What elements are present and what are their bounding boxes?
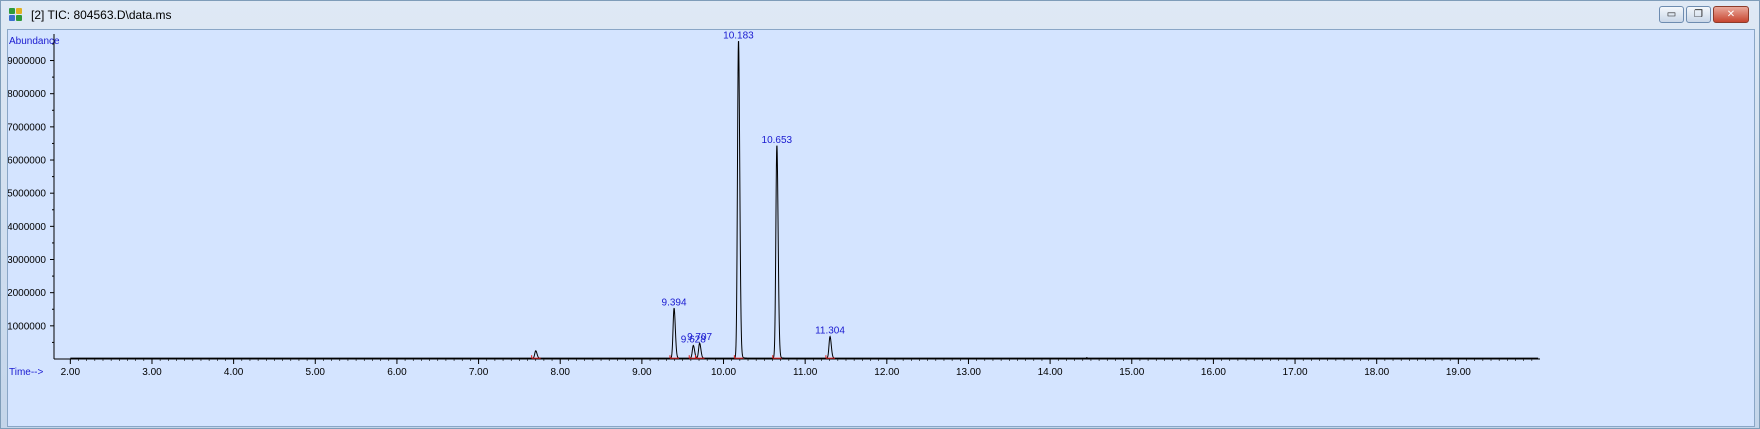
tic-trace — [70, 40, 1539, 359]
y-axis-label: Abundance — [9, 36, 60, 47]
x-tick-label: 4.00 — [224, 367, 244, 378]
plot-area[interactable]: 1000000 2000000 3000000 4000000 5000000 60000… — [7, 29, 1755, 427]
peak-label: 9.394 — [662, 297, 687, 308]
y-tick-label: 1000000 — [8, 321, 46, 332]
x-tick-label: 18.00 — [1364, 367, 1389, 378]
y-tick-label: 7000000 — [8, 122, 46, 133]
peak-label: 10.183 — [723, 30, 754, 41]
x-tick-label: 5.00 — [306, 367, 326, 378]
restore-button[interactable]: ❐ — [1686, 6, 1711, 23]
y-tick-label: 2000000 — [8, 288, 46, 299]
x-tick-label: 3.00 — [142, 367, 162, 378]
y-tick-label: 9000000 — [8, 56, 46, 67]
x-tick-label: 12.00 — [874, 367, 899, 378]
x-tick-label: 15.00 — [1119, 367, 1144, 378]
title-bar[interactable]: [2] TIC: 804563.D\data.ms ▭ ❐ ✕ — [1, 1, 1759, 29]
x-tick-label: 14.00 — [1038, 367, 1063, 378]
x-tick-label: 16.00 — [1201, 367, 1226, 378]
x-tick-label: 9.00 — [632, 367, 652, 378]
x-tick-label: 17.00 — [1283, 367, 1308, 378]
x-tick-label: 10.00 — [711, 367, 736, 378]
chromatogram-window: [2] TIC: 804563.D\data.ms ▭ ❐ ✕ 1000000 2… — [0, 0, 1760, 429]
x-tick-label: 8.00 — [550, 367, 570, 378]
window-title: [2] TIC: 804563.D\data.ms — [31, 8, 172, 22]
minimize-button[interactable]: ▭ — [1659, 6, 1684, 23]
y-tick-label: 6000000 — [8, 156, 46, 167]
x-axis-label: Time--> — [9, 367, 44, 378]
peak-label: 11.304 — [815, 325, 845, 336]
close-button[interactable]: ✕ — [1713, 6, 1749, 23]
x-tick-label: 2.00 — [61, 367, 81, 378]
y-tick-label: 8000000 — [8, 89, 46, 100]
peak-label: 9.707 — [687, 332, 712, 343]
x-tick-label: 11.00 — [793, 367, 818, 378]
x-tick-label: 13.00 — [956, 367, 981, 378]
peak-label: 10.653 — [762, 135, 793, 146]
tic-chromatogram: 1000000 2000000 3000000 4000000 5000000 60000… — [8, 30, 1540, 378]
y-tick-label: 3000000 — [8, 255, 46, 266]
y-tick-label: 4000000 — [8, 222, 46, 233]
x-tick-label: 7.00 — [469, 367, 489, 378]
x-tick-label: 6.00 — [387, 367, 407, 378]
y-tick-label: 5000000 — [8, 189, 46, 200]
x-tick-label: 19.00 — [1446, 367, 1471, 378]
app-icon — [9, 7, 25, 23]
